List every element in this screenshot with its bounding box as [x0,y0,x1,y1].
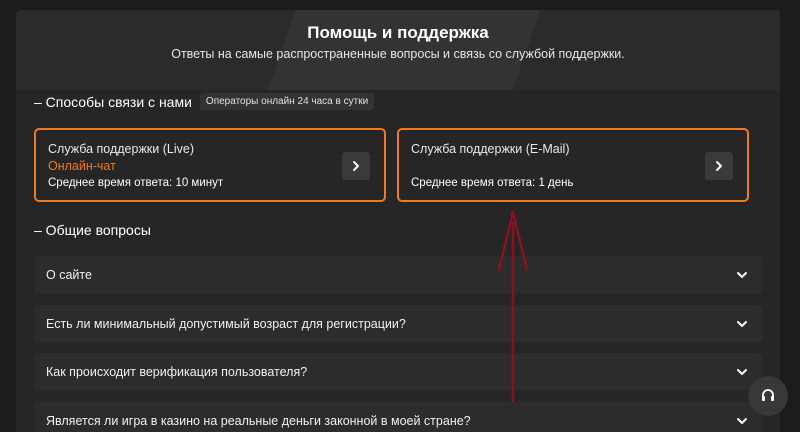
page-header: Помощь и поддержка Ответы на самые распр… [16,10,780,90]
faq-item[interactable]: О сайте [34,256,762,293]
faq-item[interactable]: Как происходит верификация пользователя? [34,353,762,390]
faq-section-title: – Общие вопросы [34,222,151,238]
faq-item[interactable]: Есть ли минимальный допустимый возраст д… [34,305,762,342]
online-status-badge: Операторы онлайн 24 часа в сутки [199,93,375,110]
chevron-down-icon [734,267,750,283]
card-response-time: Среднее время ответа: 1 день [411,177,574,189]
open-live-chat-button[interactable] [342,152,370,180]
live-support-card[interactable]: Служба поддержки (Live) Онлайн-чат Средн… [34,128,386,202]
chevron-down-icon [734,316,750,332]
card-title: Служба поддержки (E-Mail) [411,142,570,156]
faq-item[interactable]: Является ли игра в казино на реальные де… [34,402,762,432]
page-title: Помощь и поддержка [307,23,489,42]
email-support-card[interactable]: Служба поддержки (E-Mail) Среднее время … [397,128,749,202]
chevron-right-icon [353,161,359,171]
contact-section-header[interactable]: – Способы связи с нами Операторы онлайн … [34,93,375,110]
faq-question: Является ли игра в казино на реальные де… [46,413,471,428]
faq-question: Как происходит верификация пользователя? [46,364,308,379]
faq-section-header[interactable]: – Общие вопросы [34,222,151,238]
card-response-time: Среднее время ответа: 10 минут [48,177,224,189]
card-title: Служба поддержки (Live) [48,142,194,156]
faq-question: О сайте [46,267,92,282]
support-chat-fab[interactable] [748,376,788,416]
card-subtitle: Онлайн-чат [48,159,116,173]
headset-icon [762,389,774,401]
open-email-button[interactable] [705,152,733,180]
chevron-down-icon [734,413,750,429]
chevron-down-icon [734,364,750,380]
page-subtitle: Ответы на самые распространенные вопросы… [171,47,625,61]
help-support-panel: Помощь и поддержка Ответы на самые распр… [16,10,780,432]
faq-question: Есть ли минимальный допустимый возраст д… [46,316,406,331]
chevron-right-icon [716,161,722,171]
contact-section-title: – Способы связи с нами [34,93,192,110]
